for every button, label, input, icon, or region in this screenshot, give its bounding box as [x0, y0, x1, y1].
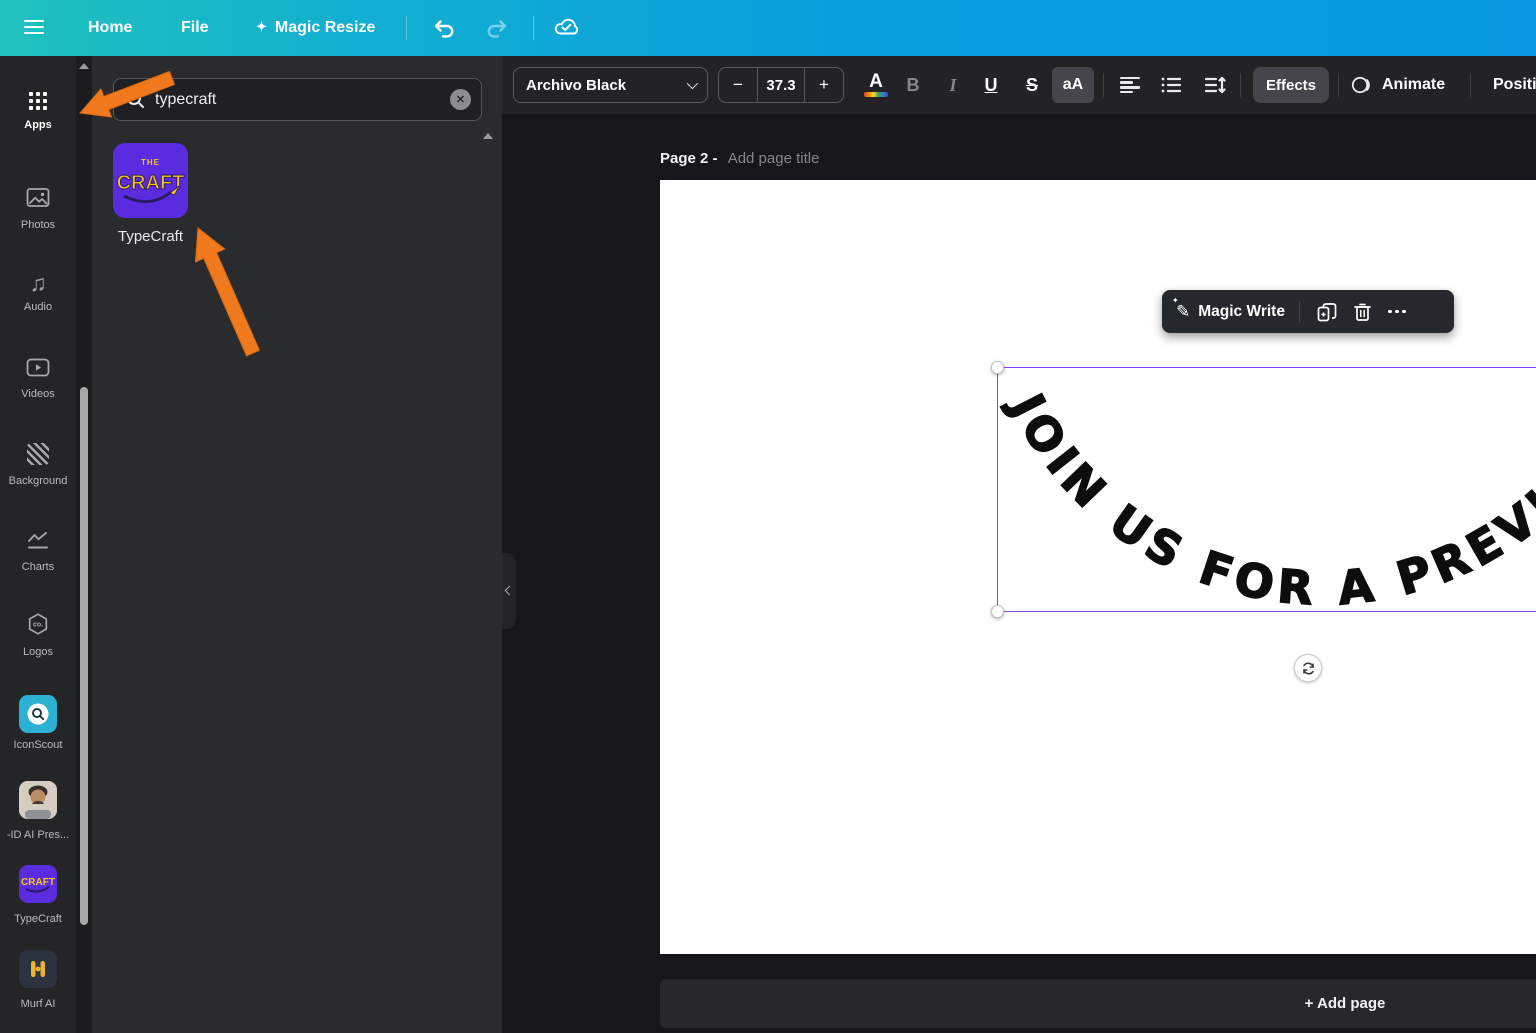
rainbow-color-bar	[864, 92, 888, 97]
sidebar-item-iconscout[interactable]: IconScout	[0, 694, 76, 751]
chevron-left-icon	[505, 586, 515, 596]
sidebar-item-logos[interactable]: co. Logos	[0, 611, 76, 658]
panel-collapse-handle[interactable]	[502, 553, 516, 629]
scrollbar-thumb[interactable]	[80, 387, 88, 925]
object-panel-sidebar: Apps Photos ♫ Audio Vide	[0, 56, 76, 1033]
bold-button[interactable]: B	[896, 67, 930, 103]
font-family-select[interactable]: Archivo Black	[513, 67, 708, 103]
cloud-saved-icon[interactable]	[551, 14, 581, 42]
rotate-handle[interactable]	[1294, 654, 1322, 682]
murf-ai-app-icon	[19, 949, 57, 989]
background-stripes-icon	[27, 441, 49, 467]
font-size-stepper: − +	[718, 67, 844, 103]
rotate-icon	[1301, 661, 1316, 676]
decrease-font-size-button[interactable]: −	[719, 68, 757, 102]
add-page-button[interactable]: + Add page	[660, 979, 1536, 1028]
magic-write-pen-icon: ✎✦	[1176, 302, 1190, 322]
text-case-button[interactable]: aA	[1052, 67, 1094, 103]
bullet-list-icon[interactable]	[1154, 67, 1188, 103]
sidebar-item-background[interactable]: Background	[0, 441, 76, 487]
topbar: Home File ✦Magic Resize	[0, 0, 1536, 56]
sidebar-item-charts[interactable]: Charts	[0, 527, 76, 573]
position-button[interactable]: Position	[1493, 67, 1536, 103]
animate-button[interactable]: Animate	[1350, 67, 1445, 103]
menu-icon[interactable]	[24, 20, 44, 36]
resize-handle-bottom-left[interactable]	[991, 605, 1004, 618]
sidebar-item-did-ai-presenters[interactable]: -ID AI Pres...	[0, 780, 76, 841]
italic-button[interactable]: I	[936, 67, 970, 103]
sidebar-item-typecraft[interactable]: CRAFT TypeCraft	[0, 864, 76, 925]
toolbar-divider	[1338, 73, 1339, 97]
sidebar-item-photos[interactable]: Photos	[0, 185, 76, 231]
delete-icon[interactable]	[1348, 297, 1378, 327]
typecraft-app-result-tile[interactable]: THE CRAFT	[113, 143, 188, 218]
more-options-icon[interactable]	[1382, 297, 1412, 327]
duplicate-icon[interactable]	[1312, 297, 1342, 327]
music-note-icon: ♫	[29, 270, 46, 296]
iconscout-app-icon	[19, 694, 57, 734]
panel-scroll-up-icon[interactable]	[483, 133, 493, 139]
increase-font-size-button[interactable]: +	[805, 68, 843, 102]
line-chart-icon	[26, 527, 50, 553]
home-menu[interactable]: Home	[88, 0, 132, 56]
text-selection-box[interactable]	[997, 367, 1536, 612]
photos-icon	[26, 185, 50, 211]
svg-text:co.: co.	[33, 622, 43, 629]
sidebar-scrollbar	[76, 56, 92, 1033]
toolbar-divider	[1240, 73, 1241, 97]
sparkle-icon: ✦	[256, 19, 267, 34]
sidebar-item-videos[interactable]: Videos	[0, 355, 76, 400]
text-color-button[interactable]: A	[859, 67, 893, 103]
page-title-placeholder: Add page title	[728, 150, 820, 167]
search-icon	[126, 90, 145, 109]
svg-text:THE: THE	[141, 158, 160, 167]
apps-search-panel: ✕ THE CRAFT TypeCraft	[92, 56, 502, 1033]
resize-handle-top-left[interactable]	[991, 361, 1004, 374]
text-toolbar: Archivo Black − + A B I U S aA	[502, 56, 1536, 114]
element-context-toolbar: ✎✦ Magic Write	[1162, 290, 1454, 333]
did-avatar-icon	[19, 780, 57, 820]
magic-resize-menu[interactable]: ✦Magic Resize	[256, 0, 375, 56]
editor-area: Page 2 - Add page title JOIN US FOR A PR…	[502, 114, 1536, 1033]
clear-search-icon[interactable]: ✕	[450, 89, 471, 110]
file-menu[interactable]: File	[181, 0, 209, 56]
video-play-icon	[26, 355, 50, 381]
text-align-icon[interactable]	[1113, 67, 1147, 103]
magic-write-button[interactable]: Magic Write	[1198, 303, 1285, 321]
canva-editor: Home File ✦Magic Resize Apps	[0, 0, 1536, 1033]
context-toolbar-divider	[1299, 301, 1300, 323]
page-number-label: Page 2 -	[660, 150, 718, 167]
underline-button[interactable]: U	[974, 67, 1008, 103]
search-input[interactable]	[155, 91, 450, 109]
app-search-box: ✕	[113, 78, 482, 121]
redo-icon[interactable]	[483, 14, 513, 42]
topbar-divider	[533, 16, 534, 40]
effects-button[interactable]: Effects	[1253, 67, 1329, 103]
typecraft-app-icon: CRAFT	[19, 864, 57, 904]
line-spacing-icon[interactable]	[1198, 67, 1232, 103]
sidebar-item-audio[interactable]: ♫ Audio	[0, 270, 76, 313]
chevron-down-icon	[687, 78, 698, 89]
sidebar-item-apps[interactable]: Apps	[0, 83, 76, 131]
undo-icon[interactable]	[430, 14, 460, 42]
page-title-bar[interactable]: Page 2 - Add page title	[660, 150, 819, 167]
topbar-divider	[406, 16, 407, 40]
scroll-up-arrow-icon[interactable]	[79, 63, 89, 69]
animate-circles-icon	[1350, 73, 1374, 97]
toolbar-divider	[1470, 73, 1471, 97]
font-size-input[interactable]	[757, 68, 805, 102]
apps-grid-icon	[29, 88, 48, 114]
svg-text:CRAFT: CRAFT	[21, 877, 55, 888]
strikethrough-button[interactable]: S	[1015, 67, 1049, 103]
toolbar-divider	[1103, 73, 1104, 97]
logos-hexagon-icon: co.	[26, 611, 50, 637]
sidebar-item-murf-ai[interactable]: Murf AI	[0, 949, 76, 1010]
typecraft-result-label: TypeCraft	[92, 228, 209, 245]
